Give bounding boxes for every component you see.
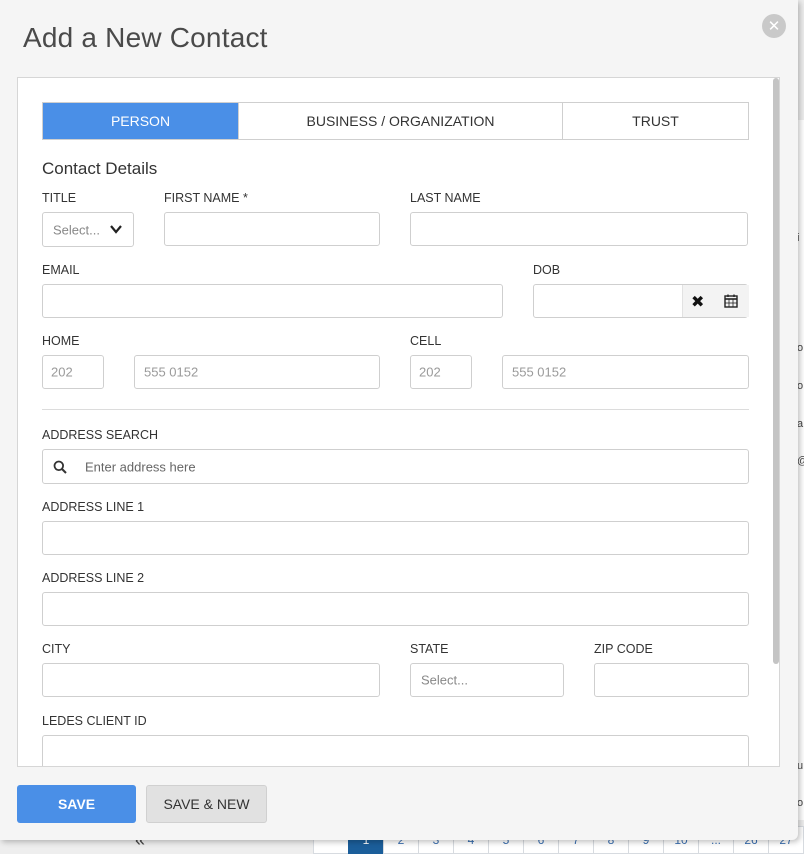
search-icon xyxy=(53,460,67,474)
title-select-value: Select... xyxy=(53,222,100,237)
state-select[interactable]: Select... xyxy=(410,663,564,697)
address-search-placeholder: Enter address here xyxy=(85,459,196,474)
tab-person[interactable]: PERSON xyxy=(43,103,239,139)
state-label: STATE xyxy=(410,642,449,656)
state-select-value: Select... xyxy=(421,672,468,688)
modal-scrollbar[interactable] xyxy=(773,78,779,664)
ledes-client-id-field[interactable] xyxy=(42,735,749,766)
address-line-1-label: ADDRESS LINE 1 xyxy=(42,500,145,514)
contact-type-tabs: PERSON BUSINESS / ORGANIZATION TRUST xyxy=(42,102,749,140)
save-and-new-button[interactable]: SAVE & NEW xyxy=(146,785,267,823)
first-name-label: FIRST NAME * xyxy=(164,191,248,205)
home-area-code-placeholder: 202 xyxy=(51,364,73,380)
address-search-input[interactable]: Enter address here xyxy=(42,449,749,484)
background-glyph: @ xyxy=(797,455,804,467)
save-button[interactable]: SAVE xyxy=(17,785,136,823)
email-label: EMAIL xyxy=(42,263,80,277)
modal-title: Add a New Contact xyxy=(23,22,268,53)
address-line-2-label: ADDRESS LINE 2 xyxy=(42,571,145,585)
cell-area-code-placeholder: 202 xyxy=(419,364,441,380)
ledes-client-id-label: LEDES CLIENT ID xyxy=(42,714,147,728)
tab-trust[interactable]: TRUST xyxy=(563,103,748,139)
chevron-down-icon xyxy=(110,225,122,234)
email-field[interactable] xyxy=(42,284,503,318)
clear-icon[interactable]: ✖ xyxy=(691,292,704,312)
first-name-field[interactable] xyxy=(164,212,380,246)
title-label: TITLE xyxy=(42,191,77,205)
home-label: HOME xyxy=(42,334,80,348)
zip-code-field[interactable] xyxy=(594,663,749,697)
section-title: Contact Details xyxy=(42,159,158,178)
cell-label: CELL xyxy=(410,334,442,348)
city-field[interactable] xyxy=(42,663,380,697)
section-divider xyxy=(42,409,749,410)
address-search-label: ADDRESS SEARCH xyxy=(42,428,158,442)
home-number-placeholder: 555 0152 xyxy=(144,364,199,380)
dob-field[interactable]: ✖ xyxy=(533,284,749,318)
title-select[interactable]: Select... xyxy=(42,212,134,247)
add-contact-modal: Add a New Contact ✕ PERSON BUSINESS / OR… xyxy=(0,0,798,840)
calendar-icon[interactable] xyxy=(724,294,738,308)
close-icon[interactable]: ✕ xyxy=(762,14,786,38)
cell-area-code-field[interactable]: 202 xyxy=(410,355,472,389)
zip-code-label: ZIP CODE xyxy=(594,642,653,656)
city-label: CITY xyxy=(42,642,71,656)
cell-number-placeholder: 555 0152 xyxy=(512,364,567,380)
tab-business-organization[interactable]: BUSINESS / ORGANIZATION xyxy=(239,103,563,139)
cell-number-field[interactable]: 555 0152 xyxy=(502,355,749,389)
last-name-field[interactable] xyxy=(410,212,748,246)
last-name-label: LAST NAME xyxy=(410,191,481,205)
dob-label: DOB xyxy=(533,263,561,277)
home-area-code-field[interactable]: 202 xyxy=(42,355,104,389)
address-line-1-field[interactable] xyxy=(42,521,749,555)
address-line-2-field[interactable] xyxy=(42,592,749,626)
home-number-field[interactable]: 555 0152 xyxy=(134,355,380,389)
